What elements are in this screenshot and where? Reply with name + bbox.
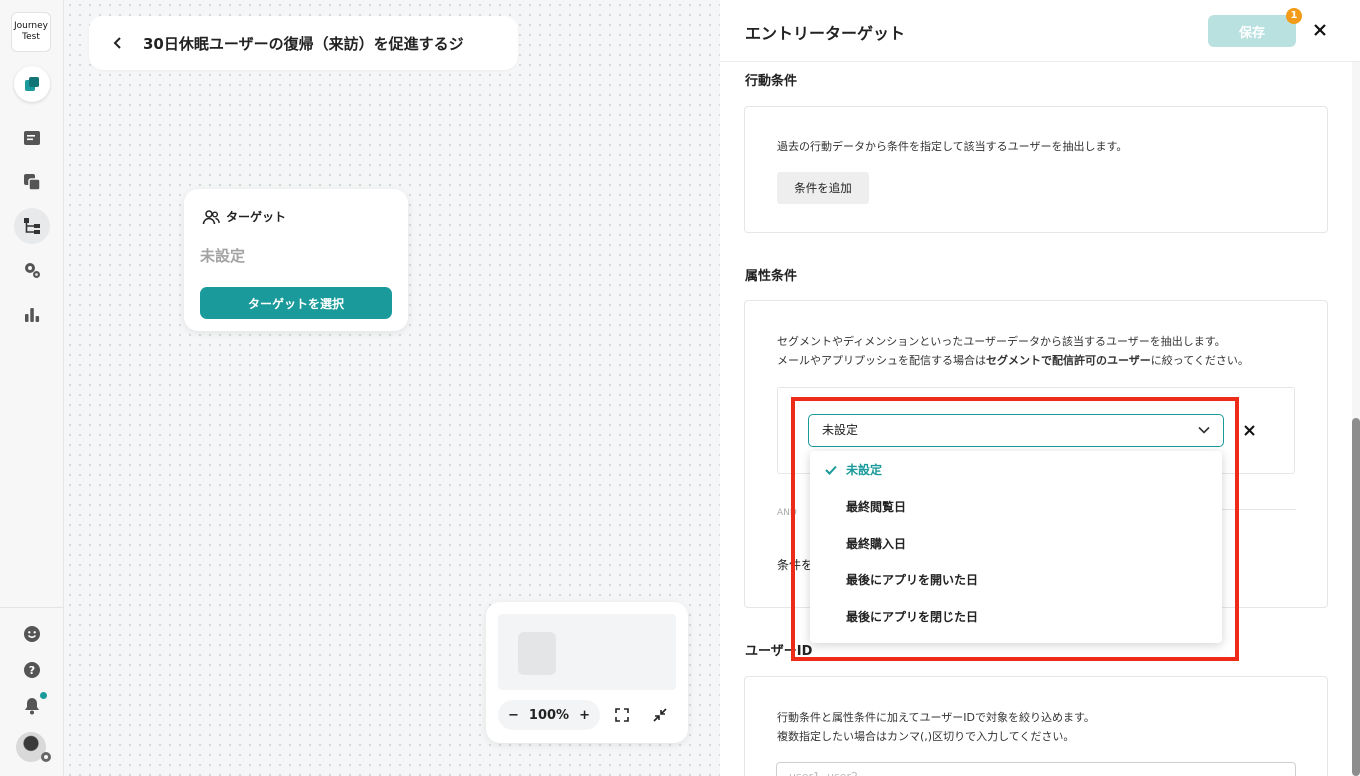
- zoom-in-button[interactable]: +: [579, 708, 590, 723]
- minimap-viewport[interactable]: [498, 614, 676, 690]
- scrollbar-thumb[interactable]: [1352, 418, 1360, 776]
- attribute-select[interactable]: 未設定: [808, 414, 1224, 447]
- userid-input[interactable]: user1, user2: [776, 762, 1296, 776]
- journey-canvas[interactable]: 30日休眠ユーザーの復帰（来訪）を促進するジ ターゲット 未設定 ターゲットを選…: [65, 0, 720, 776]
- bar-chart-icon: [25, 308, 40, 322]
- back-chevron-icon[interactable]: [111, 36, 125, 50]
- select-target-button[interactable]: ターゲットを選択: [200, 287, 392, 319]
- rail-item-journey[interactable]: [14, 208, 50, 244]
- svg-text:?: ?: [29, 664, 35, 677]
- rail-item-settings[interactable]: [14, 252, 50, 288]
- collapse-icon[interactable]: [653, 708, 667, 722]
- dropdown-option-label: 最終購入日: [846, 537, 907, 551]
- rail-item-analytics[interactable]: [14, 296, 50, 332]
- layers-icon: [25, 77, 39, 91]
- logo-line-1: Journey: [14, 21, 48, 31]
- zoom-level: 100%: [528, 707, 570, 723]
- attribute-desc-post: に絞ってください。: [1150, 354, 1249, 367]
- rail-item-help[interactable]: ?: [14, 652, 50, 688]
- notification-dot: [40, 692, 47, 699]
- attribute-desc-bold: セグメントで配信許可のユーザー: [986, 354, 1151, 367]
- flow-tree-icon: [24, 218, 40, 234]
- document-icon: [24, 131, 40, 145]
- rail-item-templates[interactable]: [14, 164, 50, 200]
- dropdown-option-last-viewed[interactable]: 最終閲覧日: [810, 489, 1222, 526]
- app-logo[interactable]: Journey Test: [11, 12, 51, 52]
- copy-icon: [24, 174, 41, 191]
- journey-title: 30日休眠ユーザーの復帰（来訪）を促進するジ: [143, 34, 464, 53]
- chevron-down-icon: [1198, 426, 1210, 434]
- dropdown-option-label: 最後にアプリを開いた日: [846, 573, 979, 587]
- target-node[interactable]: ターゲット 未設定 ターゲットを選択: [184, 189, 408, 331]
- behavior-section-title: 行動条件: [745, 74, 798, 89]
- help-icon: ?: [24, 662, 40, 678]
- dropdown-option-label: 未設定: [846, 463, 883, 477]
- rail-item-contents[interactable]: [14, 120, 50, 156]
- dropdown-option-last-purchased[interactable]: 最終購入日: [810, 526, 1222, 563]
- target-node-header: ターゲット: [202, 208, 286, 225]
- check-icon: [825, 465, 837, 475]
- add-behavior-condition-button[interactable]: 条件を追加: [777, 172, 869, 204]
- entry-target-panel: エントリーターゲット 保存 1 行動条件 過去の行動データから条件を指定して該当…: [720, 0, 1360, 776]
- userid-description-line2: 複数指定したい場合はカンマ(,)区切りで入力してください。: [777, 730, 1075, 743]
- attribute-dropdown-menu: 未設定 最終閲覧日 最終購入日 最後にアプリを開いた日 最後にアプリを閉じた日: [810, 451, 1222, 643]
- panel-title: エントリーターゲット: [745, 24, 906, 43]
- logo-line-2: Test: [22, 32, 40, 42]
- target-node-value: 未設定: [200, 247, 246, 265]
- add-attribute-condition-link[interactable]: 条件を: [777, 556, 813, 573]
- dropdown-option-label: 最終閲覧日: [846, 500, 907, 514]
- fit-screen-icon[interactable]: [615, 708, 629, 722]
- left-rail: Journey Test ?: [0, 0, 64, 776]
- attribute-description-line1: セグメントやディメンションといったユーザーデータから該当するユーザーを抽出します…: [777, 335, 1226, 348]
- project-switcher-button[interactable]: [14, 66, 50, 102]
- attribute-section-title: 属性条件: [745, 269, 798, 284]
- minimap-node: [518, 632, 556, 675]
- userid-section-title: ユーザーID: [745, 644, 813, 659]
- journey-title-card: 30日休眠ユーザーの復帰（来訪）を促進するジ: [89, 16, 518, 70]
- unsaved-count-badge: 1: [1286, 8, 1302, 24]
- dropdown-option-unset[interactable]: 未設定: [810, 452, 1222, 489]
- dropdown-option-last-app-close[interactable]: 最後にアプリを閉じた日: [810, 599, 1222, 636]
- userid-section-box: [744, 676, 1328, 776]
- bell-icon: [25, 698, 39, 715]
- smile-icon: [24, 626, 40, 642]
- behavior-description: 過去の行動データから条件を指定して該当するユーザーを抽出します。: [777, 140, 1128, 153]
- and-separator-label: AND: [777, 508, 797, 518]
- rail-item-feedback[interactable]: [14, 616, 50, 652]
- close-icon[interactable]: [1312, 22, 1328, 38]
- dropdown-option-last-app-open[interactable]: 最後にアプリを開いた日: [810, 562, 1222, 599]
- dropdown-option-label: 最後にアプリを閉じた日: [846, 610, 979, 624]
- panel-header: エントリーターゲット 保存 1: [720, 0, 1360, 62]
- save-button[interactable]: 保存: [1208, 15, 1296, 47]
- users-icon: [202, 209, 220, 224]
- zoom-control: − 100% +: [498, 700, 600, 730]
- minimap-panel: − 100% +: [486, 602, 688, 743]
- remove-condition-icon[interactable]: [1243, 424, 1256, 437]
- avatar-gear-icon: [41, 752, 51, 762]
- userid-description-line1: 行動条件と属性条件に加えてユーザーIDで対象を絞り込めます。: [777, 711, 1095, 724]
- attribute-description-line2: メールやアプリプッシュを配信する場合はセグメントで配信許可のユーザーに絞ってくだ…: [777, 352, 1249, 368]
- attribute-desc-pre: メールやアプリプッシュを配信する場合は: [777, 354, 986, 367]
- zoom-out-button[interactable]: −: [508, 708, 519, 723]
- rail-divider: [0, 607, 64, 608]
- behavior-section-box: [744, 106, 1328, 233]
- gears-icon: [25, 263, 40, 278]
- attribute-select-value: 未設定: [822, 423, 859, 437]
- target-node-title: ターゲット: [226, 210, 287, 224]
